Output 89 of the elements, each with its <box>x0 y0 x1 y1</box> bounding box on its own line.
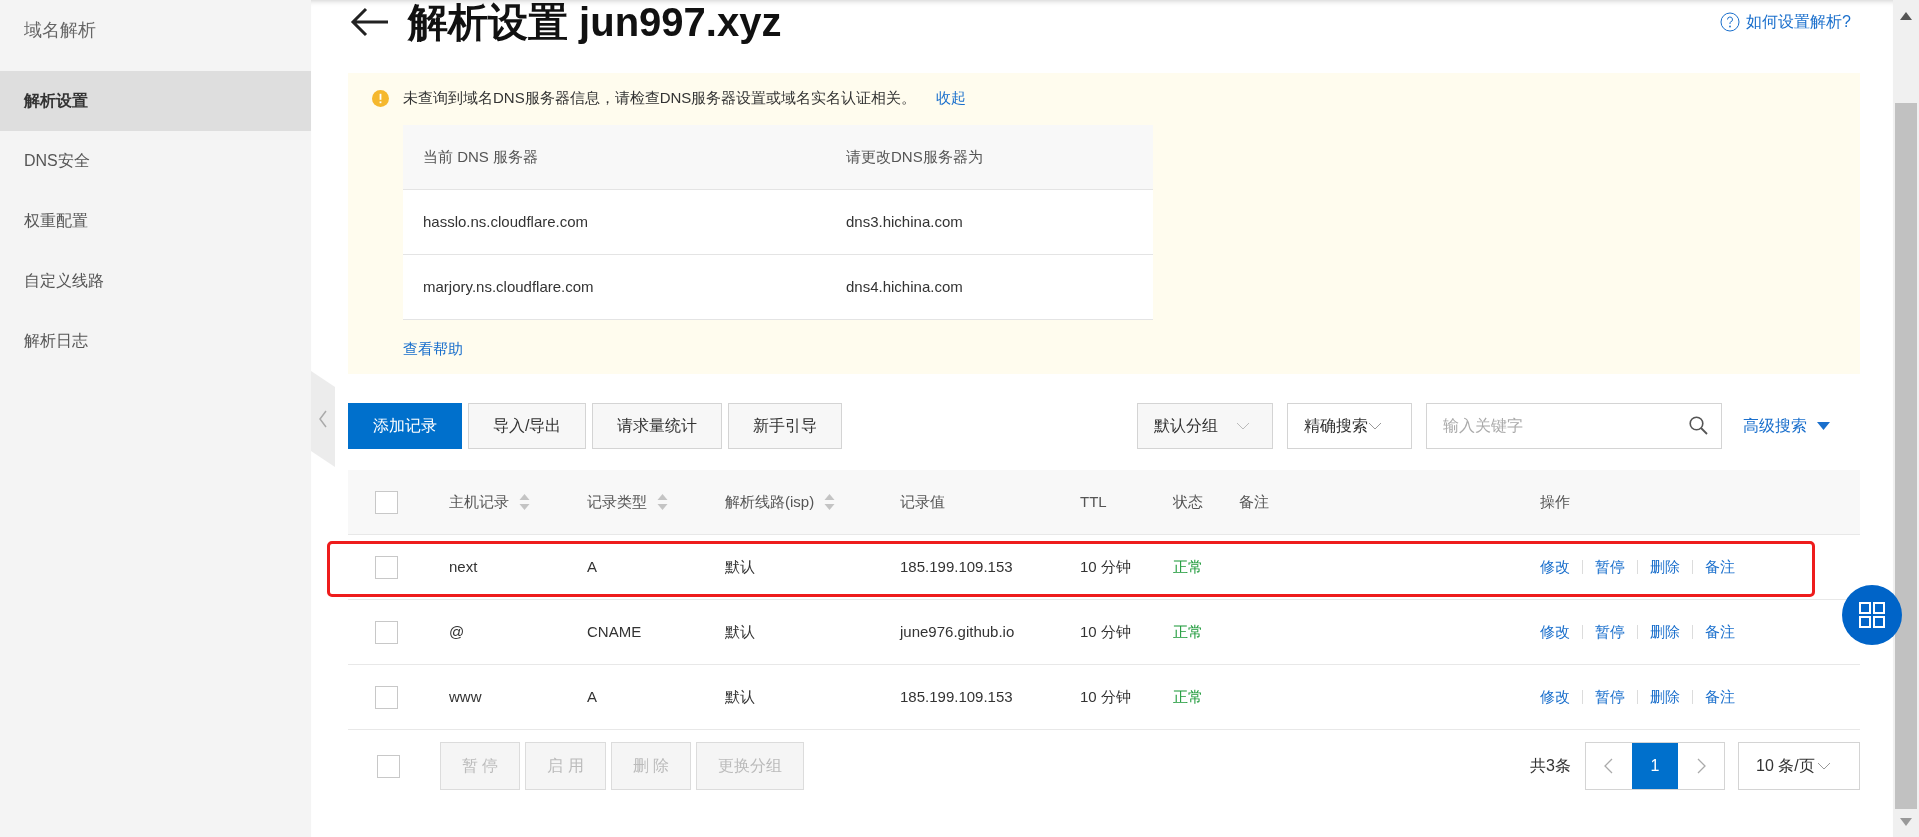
action-link[interactable]: 修改 <box>1540 555 1570 579</box>
checkbox[interactable] <box>375 620 398 644</box>
sidebar-item[interactable]: 解析设置 <box>0 71 311 131</box>
action-link[interactable]: 删除 <box>1650 555 1680 579</box>
warning-icon <box>372 89 389 107</box>
chevron-down-icon <box>1368 422 1382 430</box>
sort-icon[interactable] <box>824 493 836 511</box>
column-header: 请更改DNS服务器为 <box>845 146 984 167</box>
column-header: 记录类型 <box>587 491 647 512</box>
table-cell-text: A <box>587 556 598 577</box>
action-link[interactable]: 暂停 <box>1595 620 1625 644</box>
sort-icon[interactable] <box>657 493 668 511</box>
sidebar-item[interactable]: DNS安全 <box>0 131 311 191</box>
toolbar-button[interactable]: 请求量统计 <box>592 403 723 449</box>
sort-icon[interactable] <box>519 493 530 511</box>
collapse-tab[interactable] <box>311 371 335 467</box>
total-count: 共3条 <box>1530 756 1571 776</box>
scroll-down-icon[interactable] <box>1900 818 1912 826</box>
column-header: 状态 <box>1173 491 1203 512</box>
checkbox[interactable] <box>377 754 400 778</box>
table-cell-text: 10 分钟 <box>1080 621 1132 642</box>
table-cell-text: dns4.hichina.com <box>845 276 964 297</box>
column-header: 主机记录 <box>449 491 509 512</box>
toolbar-button[interactable]: 导入/导出 <box>468 403 587 449</box>
action-link[interactable]: 备注 <box>1705 685 1735 709</box>
search-icon[interactable] <box>1689 416 1708 435</box>
table-cell-text: dns3.hichina.com <box>845 211 964 232</box>
action-link[interactable]: 备注 <box>1705 620 1735 644</box>
toolbar-button[interactable]: 新手引导 <box>728 403 843 449</box>
column-header: 当前 DNS 服务器 <box>422 146 539 167</box>
action-link[interactable]: 备注 <box>1705 555 1735 579</box>
table-cell-text: hasslo.ns.cloudflare.com <box>422 211 590 232</box>
apps-button[interactable] <box>1842 585 1902 645</box>
back-arrow-icon[interactable] <box>350 7 390 37</box>
chevron-down-icon <box>1816 762 1831 770</box>
group-select[interactable]: 默认分组 <box>1137 403 1273 449</box>
action-link[interactable]: 修改 <box>1540 685 1570 709</box>
status-text: 正常 <box>1173 556 1204 577</box>
scroll-up-icon[interactable] <box>1900 12 1912 20</box>
scrollbar-thumb[interactable] <box>1895 103 1917 809</box>
help-link[interactable]: 如何设置解析? <box>1720 0 1851 44</box>
grid-icon <box>1859 602 1885 628</box>
page-size-select[interactable]: 10 条/页 <box>1738 742 1860 790</box>
action-link[interactable]: 修改 <box>1540 620 1570 644</box>
table-cell-text: 185.199.109.153 <box>900 686 1014 707</box>
sidebar-item[interactable]: 权重配置 <box>0 191 311 251</box>
table-cell-text: 默认 <box>725 686 756 707</box>
notice-message: 未查询到域名DNS服务器信息，请检查DNS服务器设置或域名实名认证相关。 <box>403 87 917 108</box>
scrollbar[interactable] <box>1893 0 1919 837</box>
help-link[interactable]: 查看帮助 <box>403 339 463 359</box>
table-cell-text: CNAME <box>587 621 643 642</box>
action-link[interactable]: 暂停 <box>1595 555 1625 579</box>
action-link[interactable]: 删除 <box>1650 620 1680 644</box>
chevron-down-icon <box>1236 422 1250 430</box>
advanced-search-link[interactable]: 高级搜索 <box>1743 414 1830 438</box>
action-link[interactable]: 删除 <box>1650 685 1680 709</box>
table-cell-text: 默认 <box>725 556 756 577</box>
page-title: 解析设置 jun997.xyz <box>408 0 782 44</box>
column-header: TTL <box>1080 491 1107 512</box>
search-mode-select[interactable]: 精确搜索 <box>1287 403 1412 449</box>
help-icon <box>1720 12 1741 32</box>
table-cell-text: 10 分钟 <box>1080 686 1132 707</box>
table-cell-text: www <box>449 686 483 707</box>
table-cell-text: @ <box>449 621 466 642</box>
column-header: 记录值 <box>900 491 945 512</box>
table-cell-text: june976.github.io <box>900 621 1016 642</box>
search-field[interactable]: 输入关键字 <box>1426 403 1722 449</box>
toolbar-button[interactable]: 添加记录 <box>348 403 462 449</box>
table-cell-text: 默认 <box>725 621 756 642</box>
table-cell-text: 185.199.109.153 <box>900 556 1014 577</box>
sidebar-item[interactable]: 解析日志 <box>0 311 311 371</box>
checkbox[interactable] <box>375 555 398 579</box>
table-cell-text: next <box>449 556 479 577</box>
status-text: 正常 <box>1173 686 1204 707</box>
status-text: 正常 <box>1173 621 1204 642</box>
table-cell-text: marjory.ns.cloudflare.com <box>422 276 595 297</box>
action-link[interactable]: 暂停 <box>1595 685 1625 709</box>
sidebar-title: 域名解析 <box>23 19 97 42</box>
column-header: 解析线路(isp) <box>725 491 815 512</box>
collapse-link[interactable]: 收起 <box>936 86 967 110</box>
checkbox[interactable] <box>375 490 398 514</box>
page-button[interactable]: 1 <box>1632 743 1678 789</box>
column-header: 备注 <box>1239 491 1269 512</box>
checkbox[interactable] <box>375 685 398 709</box>
table-cell-text: A <box>587 686 598 707</box>
caret-down-icon <box>1817 422 1830 430</box>
sidebar-item[interactable]: 自定义线路 <box>0 251 311 311</box>
column-header: 操作 <box>1540 491 1570 512</box>
table-cell-text: 10 分钟 <box>1080 556 1132 577</box>
